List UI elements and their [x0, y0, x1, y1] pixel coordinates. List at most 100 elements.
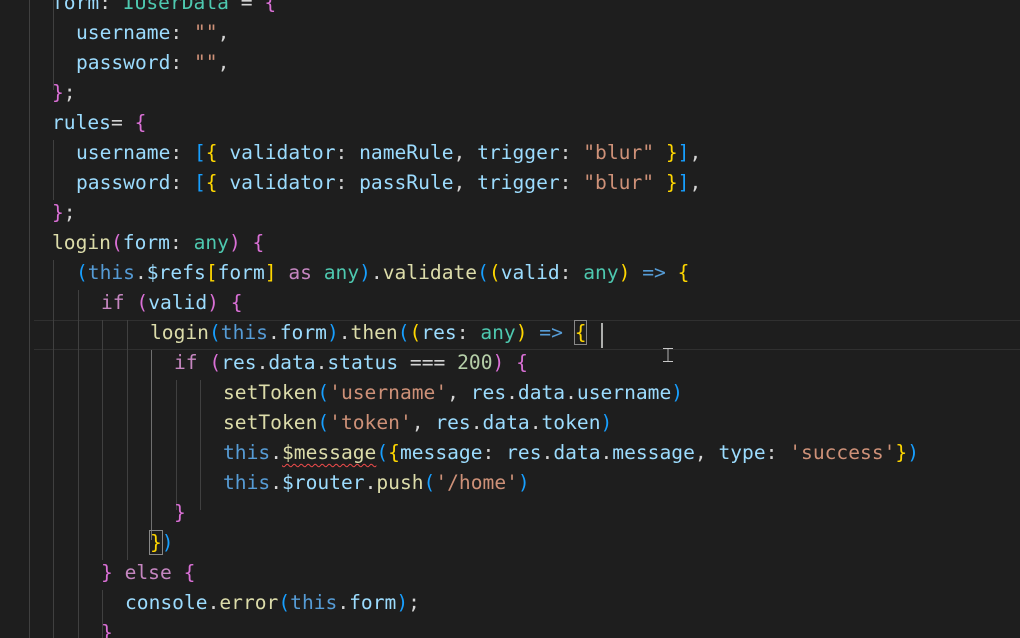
code-token: nameRule	[359, 141, 454, 164]
text-caret	[601, 323, 603, 348]
code-token: ]	[264, 261, 277, 284]
code-line[interactable]: login(this.form).then((res: any) => {	[150, 318, 588, 348]
code-token: status	[327, 351, 399, 374]
code-token: console	[125, 591, 208, 614]
code-token: this	[220, 321, 268, 344]
code-token: )	[907, 441, 920, 464]
code-token: validator	[217, 171, 336, 194]
code-token: (	[376, 441, 389, 464]
code-editor[interactable]: form: IUserData = {username: "", password…	[0, 0, 1020, 638]
code-token: :	[482, 441, 507, 464]
code-token: form	[217, 261, 265, 284]
code-token: )	[359, 261, 371, 284]
code-token: valid	[500, 261, 560, 284]
code-token: :	[765, 441, 790, 464]
code-line[interactable]: this.$router.push('/home')	[223, 468, 530, 498]
code-token: }	[101, 621, 113, 638]
code-token: )	[228, 231, 253, 254]
code-token: form	[52, 0, 100, 14]
code-token: (	[397, 321, 410, 344]
code-token: ;	[63, 81, 76, 104]
code-token: ""	[193, 51, 218, 74]
code-token: (	[278, 591, 291, 614]
code-token: =	[228, 0, 265, 14]
code-line[interactable]: })	[149, 528, 174, 558]
code-token: :	[170, 51, 194, 74]
code-line[interactable]: }	[174, 498, 186, 528]
code-token: $refs	[146, 261, 206, 284]
code-token: password	[76, 51, 171, 74]
indent-guide	[53, 260, 54, 638]
code-token: token	[541, 411, 601, 434]
code-token: (	[136, 291, 149, 314]
code-token: '/home'	[435, 471, 518, 494]
code-line[interactable]: if (valid) {	[101, 288, 243, 318]
code-token: }	[665, 171, 678, 194]
code-token: login	[150, 321, 209, 344]
code-line[interactable]: form: IUserData = {	[52, 0, 276, 18]
code-line[interactable]: (this.$refs[form] as any).validate((vali…	[76, 258, 689, 288]
code-token: }	[895, 441, 908, 464]
code-token: data	[268, 351, 316, 374]
code-token: [	[193, 171, 206, 194]
code-token: rules	[52, 111, 111, 134]
code-token: as	[276, 261, 324, 284]
code-line[interactable]: };	[52, 78, 76, 108]
code-token: if	[174, 351, 198, 374]
code-token: type	[718, 441, 766, 464]
code-token: {	[205, 171, 218, 194]
code-token: =>	[630, 261, 678, 284]
code-line[interactable]: };	[52, 198, 76, 228]
code-token: .	[337, 591, 350, 614]
code-line[interactable]: if (res.data.status === 200) {	[174, 348, 528, 378]
code-token: )	[618, 261, 631, 284]
code-token: ,	[689, 171, 702, 194]
code-token: ,	[453, 171, 478, 194]
code-token: ,	[689, 141, 702, 164]
code-line[interactable]: this.$message({message: res.data.message…	[223, 438, 919, 468]
code-token: error	[219, 591, 279, 614]
code-token: form	[279, 321, 327, 344]
indent-guide	[78, 290, 79, 638]
code-token: .	[338, 321, 351, 344]
code-token: ;	[63, 201, 76, 224]
code-token: )	[600, 411, 613, 434]
code-token: .	[315, 351, 328, 374]
code-token: message	[399, 441, 483, 464]
code-token: (	[208, 321, 221, 344]
code-token: {	[252, 231, 265, 254]
code-line[interactable]: console.error(this.form);	[125, 588, 420, 618]
indent-guide	[29, 0, 30, 638]
indent-guide	[127, 320, 128, 560]
code-token: this	[87, 261, 135, 284]
code-line[interactable]: } else {	[101, 558, 195, 588]
code-token: "blur"	[583, 171, 655, 194]
code-token: data	[553, 441, 601, 464]
code-token: }	[174, 501, 186, 524]
code-line[interactable]: username: "",	[76, 18, 229, 48]
code-line[interactable]: username: [{ validator: nameRule, trigge…	[76, 138, 701, 168]
code-token: 200	[457, 351, 493, 374]
code-token: if	[101, 291, 125, 314]
code-token: [	[205, 261, 218, 284]
code-token: username	[76, 21, 171, 44]
code-line[interactable]: setToken('username', res.data.username)	[223, 378, 683, 408]
code-line[interactable]: setToken('token', res.data.token)	[223, 408, 612, 438]
code-token: (	[317, 381, 330, 404]
code-token: ]	[677, 171, 690, 194]
code-token: message	[612, 441, 695, 464]
code-line[interactable]: }	[101, 618, 113, 638]
indent-guide	[176, 380, 177, 510]
code-line[interactable]: rules= {	[52, 108, 146, 138]
code-token: :	[335, 171, 360, 194]
code-line[interactable]: login(form: any) {	[52, 228, 264, 258]
code-token: }	[101, 561, 113, 584]
code-token: (	[209, 351, 222, 374]
code-token: ""	[193, 21, 218, 44]
code-token: .	[364, 471, 377, 494]
code-token: {	[388, 441, 400, 464]
code-line[interactable]: password: [{ validator: passRule, trigge…	[76, 168, 701, 198]
code-line[interactable]: password: "",	[76, 48, 229, 78]
indent-guide	[200, 380, 201, 510]
code-token: (	[409, 321, 422, 344]
